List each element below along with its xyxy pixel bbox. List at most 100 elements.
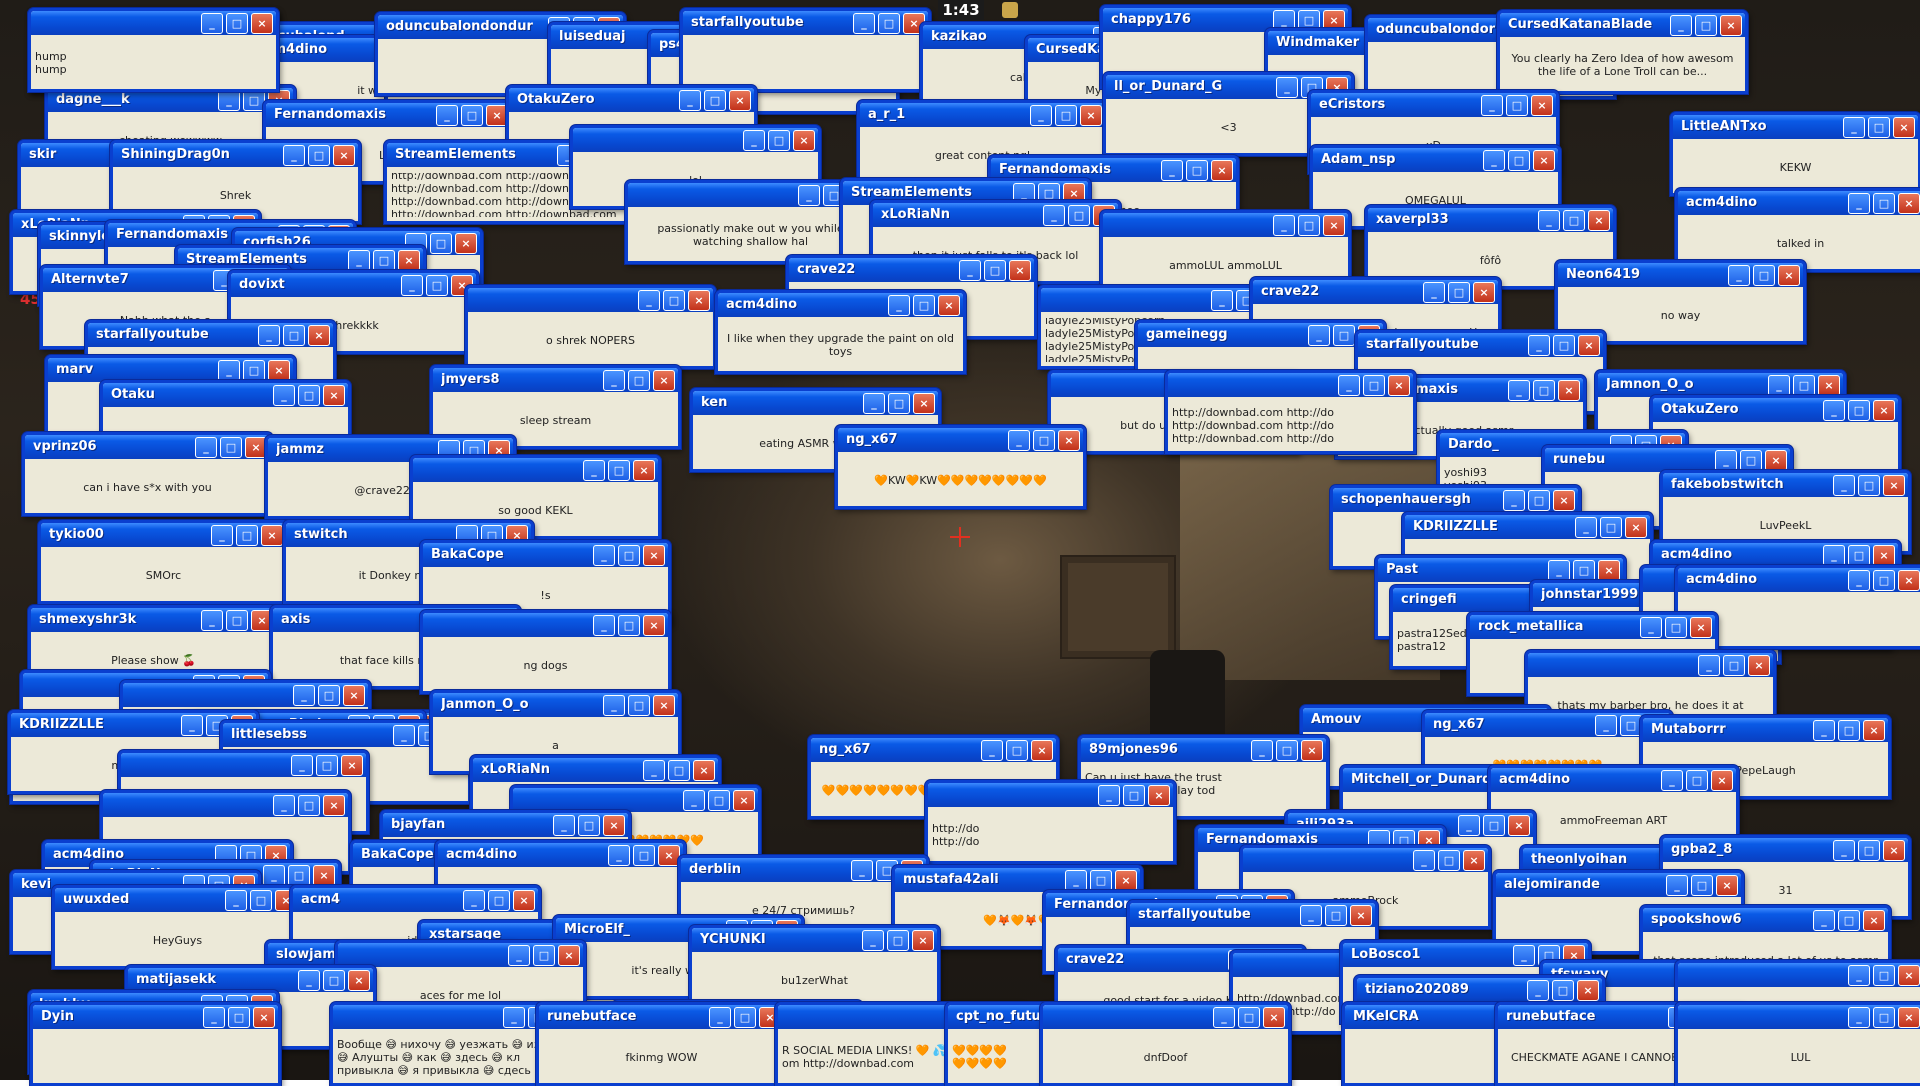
minimize-icon[interactable]: _ [638, 290, 660, 311]
minimize-icon[interactable]: _ [1008, 430, 1030, 451]
minimize-icon[interactable]: _ [348, 250, 370, 271]
maximize-icon[interactable]: □ [708, 790, 730, 811]
close-icon[interactable]: × [913, 393, 935, 414]
close-icon[interactable]: × [1898, 193, 1920, 214]
close-icon[interactable]: × [653, 695, 675, 716]
close-icon[interactable]: × [793, 130, 815, 151]
minimize-icon[interactable]: _ [798, 185, 820, 206]
minimize-icon[interactable]: _ [1043, 205, 1065, 226]
minimize-icon[interactable]: _ [683, 790, 705, 811]
maximize-icon[interactable]: □ [236, 525, 258, 546]
minimize-icon[interactable]: _ [1273, 215, 1295, 236]
minimize-icon[interactable]: _ [218, 90, 240, 111]
maximize-icon[interactable]: □ [1838, 910, 1860, 931]
close-icon[interactable]: × [1818, 375, 1840, 396]
window-titlebar[interactable]: Fernandomaxis _□× [266, 103, 511, 127]
window-titlebar[interactable]: matijasekk _ □ × [128, 968, 373, 992]
minimize-icon[interactable]: _ [1065, 870, 1087, 891]
maximize-icon[interactable]: □ [668, 760, 690, 781]
minimize-icon[interactable]: _ [709, 1007, 731, 1028]
close-icon[interactable]: × [313, 865, 335, 886]
window-titlebar[interactable]: ken _ □ × [693, 391, 938, 415]
window-titlebar[interactable]: KDRIIZZLLE _□× [1405, 515, 1650, 539]
maximize-icon[interactable]: □ [1483, 815, 1505, 836]
minimize-icon[interactable]: _ [1527, 980, 1549, 1001]
window-titlebar[interactable]: Past _ □ × [1378, 558, 1623, 582]
maximize-icon[interactable]: □ [1333, 325, 1355, 346]
maximize-icon[interactable]: □ [1438, 850, 1460, 871]
window-titlebar[interactable]: OtakuZero _ □ × [509, 88, 754, 112]
maximize-icon[interactable]: □ [243, 90, 265, 111]
close-icon[interactable]: × [1533, 150, 1555, 171]
minimize-icon[interactable]: _ [201, 610, 223, 631]
minimize-icon[interactable]: _ [1661, 770, 1683, 791]
maximize-icon[interactable]: □ [887, 930, 909, 951]
minimize-icon[interactable]: _ [1813, 720, 1835, 741]
close-icon[interactable]: × [1553, 490, 1575, 511]
window-titlebar[interactable]: _□× [1678, 1005, 1920, 1029]
close-icon[interactable]: × [1577, 980, 1599, 1001]
maximize-icon[interactable]: □ [316, 755, 338, 776]
close-icon[interactable]: × [341, 755, 363, 776]
window-titlebar[interactable]: YCHUNKI _ □ × [692, 928, 937, 952]
minimize-icon[interactable]: _ [1768, 375, 1790, 396]
maximize-icon[interactable]: □ [1363, 375, 1385, 396]
window-titlebar[interactable]: _□× [573, 128, 818, 152]
chat-popup-window[interactable]: vprinz06 _ □ × can i have s*x with you [22, 432, 273, 516]
minimize-icon[interactable]: _ [1413, 850, 1435, 871]
close-icon[interactable]: × [1598, 560, 1620, 581]
close-icon[interactable]: × [1531, 95, 1553, 116]
window-titlebar[interactable]: tiziano202089 _ □ × [1357, 978, 1602, 1002]
minimize-icon[interactable]: _ [1843, 117, 1865, 138]
close-icon[interactable]: × [455, 233, 477, 254]
minimize-icon[interactable]: _ [1483, 150, 1505, 171]
close-icon[interactable]: × [1350, 905, 1372, 926]
maximize-icon[interactable]: □ [704, 90, 726, 111]
window-titlebar[interactable]: jmyers8 _ □ × [433, 368, 678, 392]
minimize-icon[interactable]: _ [1508, 380, 1530, 401]
maximize-icon[interactable]: □ [628, 370, 650, 391]
maximize-icon[interactable]: □ [488, 890, 510, 911]
window-titlebar[interactable]: 89mjones96 _ □ × [1081, 738, 1326, 762]
close-icon[interactable]: × [1690, 617, 1712, 638]
minimize-icon[interactable]: _ [263, 865, 285, 886]
maximize-icon[interactable]: □ [1533, 380, 1555, 401]
window-titlebar[interactable]: _□× [628, 183, 873, 207]
minimize-icon[interactable]: _ [393, 725, 415, 746]
minimize-icon[interactable]: _ [1698, 655, 1720, 676]
window-titlebar[interactable]: dovixt _ □ × [231, 273, 476, 297]
chat-popup-window[interactable]: _□× LUL [1675, 1002, 1920, 1086]
window-titlebar[interactable]: spookshow6 _ □ × [1643, 908, 1888, 932]
maximize-icon[interactable]: □ [228, 1007, 250, 1028]
close-icon[interactable]: × [268, 360, 290, 381]
minimize-icon[interactable]: _ [679, 90, 701, 111]
close-icon[interactable]: × [1765, 450, 1787, 471]
minimize-icon[interactable]: _ [1503, 490, 1525, 511]
maximize-icon[interactable]: □ [1055, 105, 1077, 126]
close-icon[interactable]: × [323, 385, 345, 406]
minimize-icon[interactable]: _ [225, 890, 247, 911]
window-titlebar[interactable]: fakebobstwitch _ □ × [1663, 473, 1908, 497]
maximize-icon[interactable]: □ [1563, 210, 1585, 231]
window-titlebar[interactable]: _□× [513, 788, 758, 812]
maximize-icon[interactable]: □ [226, 13, 248, 34]
chat-popup-window[interactable]: starfallyoutube _ □ × [680, 8, 931, 92]
maximize-icon[interactable]: □ [1873, 965, 1895, 986]
maximize-icon[interactable]: □ [913, 295, 935, 316]
maximize-icon[interactable]: □ [1276, 740, 1298, 761]
close-icon[interactable]: × [333, 145, 355, 166]
maximize-icon[interactable]: □ [1508, 150, 1530, 171]
minimize-icon[interactable]: _ [1338, 375, 1360, 396]
close-icon[interactable]: × [1711, 770, 1733, 791]
window-titlebar[interactable]: xLoRiaNn _□× [473, 758, 718, 782]
maximize-icon[interactable]: □ [1873, 1007, 1895, 1028]
minimize-icon[interactable]: _ [1251, 740, 1273, 761]
window-titlebar[interactable]: _□× [1168, 373, 1413, 397]
maximize-icon[interactable]: □ [1740, 450, 1762, 471]
minimize-icon[interactable]: _ [863, 393, 885, 414]
maximize-icon[interactable]: □ [243, 360, 265, 381]
window-titlebar[interactable]: _□× [31, 11, 276, 35]
maximize-icon[interactable]: □ [888, 393, 910, 414]
maximize-icon[interactable]: □ [308, 145, 330, 166]
maximize-icon[interactable]: □ [430, 233, 452, 254]
